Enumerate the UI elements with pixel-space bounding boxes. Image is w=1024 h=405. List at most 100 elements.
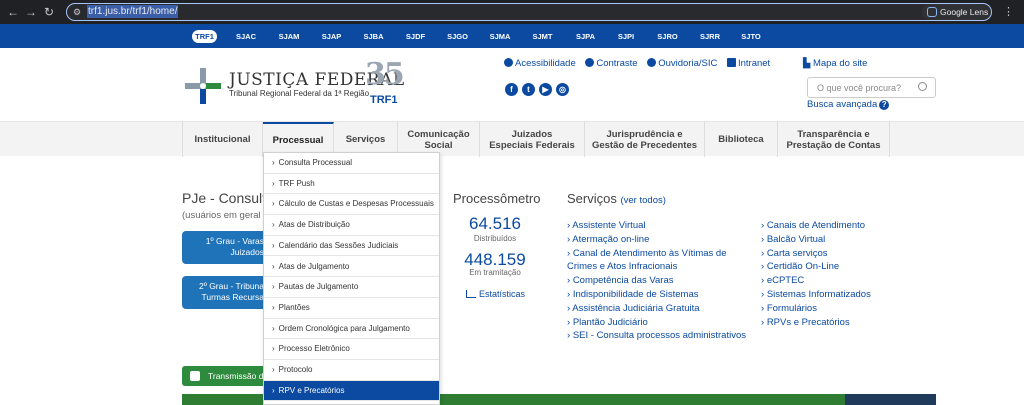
dropdown-item-trf-push[interactable]: › TRF Push (264, 174, 439, 195)
region-link-sjto[interactable]: SJTO (738, 30, 764, 43)
chevron-right-icon: › (272, 323, 275, 333)
intranet-link[interactable]: Intranet (726, 58, 770, 69)
dropdown-item-calendario-das-sessoes-judiciais[interactable]: › Calendário das Sessões Judiciais (264, 236, 439, 257)
region-link-sjba[interactable]: SJBA (360, 30, 387, 43)
region-link-sjdf[interactable]: SJDF (402, 30, 429, 43)
dropdown-item-atas-de-distribuicao[interactable]: › Atas de Distribuição (264, 215, 439, 236)
estatisticas-link[interactable]: Estatísticas (466, 289, 525, 299)
address-bar[interactable]: ⚙ trf1.jus.br/trf1/home/ (66, 3, 992, 21)
servico-link-plantao-judiciario[interactable]: › Plantão Judiciário (567, 316, 746, 330)
servico-link-assistente-virtual[interactable]: › Assistente Virtual (567, 219, 746, 233)
nav-item-biblioteca[interactable]: Biblioteca (705, 122, 778, 157)
nav-item-jurisprudencia-e-gestao-de-precedentes[interactable]: Jurisprudência e Gestão de Precedentes (585, 122, 705, 157)
sitemap-link[interactable]: ▙ Mapa do site (803, 58, 867, 69)
advanced-search-link[interactable]: Busca avançada? (807, 99, 890, 110)
region-link-sjgo[interactable]: SJGO (444, 30, 471, 43)
dropdown-item-protocolo[interactable]: › Protocolo (264, 360, 439, 381)
region-link-sjac[interactable]: SJAC (233, 30, 259, 43)
distribuidos-value: 64.516 (469, 214, 521, 233)
dropdown-item-label: RPV e Precatórios (278, 385, 345, 395)
chevron-right-icon: › (272, 302, 275, 312)
bottom-banner-dark[interactable] (845, 394, 936, 405)
processometro-title: Processômetro (453, 191, 541, 206)
help-icon[interactable]: ? (879, 100, 890, 110)
twitter-icon[interactable]: t (522, 83, 535, 96)
servico-link-atermacao-on-line[interactable]: › Atermação on-line (567, 233, 746, 247)
search-icon[interactable] (918, 82, 927, 91)
contrast-icon (585, 58, 595, 67)
servico-label: Balcão Virtual (766, 233, 826, 245)
servico-link-assistencia-judiciaria-gratuita[interactable]: › Assistência Judiciária Gratuita (567, 302, 746, 316)
regions-bar: TRF1 SJAC SJAM SJAP SJBA SJDF SJGO SJMA SJMT SJPA… (0, 24, 1024, 48)
servico-label: Indisponibilidade de Sistemas (572, 288, 699, 300)
chevron-right-icon: › (272, 282, 275, 292)
url-text[interactable]: trf1.jus.br/trf1/home/ (87, 5, 179, 18)
tramitacao-value: 448.159 (464, 250, 526, 269)
servico-link-indisponibilidade-de-sistemas[interactable]: › Indisponibilidade de Sistemas (567, 288, 746, 302)
nav-item-transparencia-e-prestacao-de-contas[interactable]: Transparência e Prestação de Contas (778, 122, 890, 157)
reload-icon[interactable]: ↻ (42, 5, 56, 19)
back-arrow-icon[interactable]: ← (6, 5, 20, 19)
facebook-icon[interactable]: f (505, 83, 518, 96)
region-link-sjpa[interactable]: SJPA (572, 30, 599, 43)
dropdown-item-label: Pautas de Julgamento (278, 282, 359, 292)
servico-label: eCPTEC (766, 275, 805, 287)
region-link-trf1[interactable]: TRF1 (192, 30, 217, 43)
region-link-sjpi[interactable]: SJPI (614, 30, 638, 43)
search-input[interactable]: O que você procura? (807, 77, 936, 98)
dropdown-item-atas-de-julgamento[interactable]: › Atas de Julgamento (264, 257, 439, 278)
servico-link-competencia-das-varas[interactable]: › Competência das Varas (567, 274, 746, 288)
nav-item-juizados-especiais-federais[interactable]: Juizados Especiais Federais (480, 122, 585, 157)
anniversary-label: TRF1 (370, 94, 398, 106)
servico-label: Sistemas Informatizados (766, 288, 871, 300)
region-link-sjmt[interactable]: SJMT (529, 30, 556, 43)
main-navigation: Institucional Processual Serviços Comunicaç… (0, 121, 1024, 157)
servico-link-crimes-e-atos-infracionais[interactable]: Crimes e Atos Infracionais (567, 260, 746, 274)
accessibility-link[interactable]: Acessibilidade (504, 58, 576, 69)
servico-link-canal-de-atendimento-as-vitimas-de[interactable]: › Canal de Atendimento às Vítimas de (567, 247, 746, 261)
servico-link-rpvs-e-precatorios[interactable]: › RPVs e Precatórios (761, 316, 871, 330)
contrast-link[interactable]: Contraste (585, 58, 638, 69)
dropdown-item-label: TRF Push (278, 178, 315, 188)
pje-2-grau-button[interactable]: 2º Grau - Tribuna Turmas Recursa (182, 276, 268, 309)
servico-link-formularios[interactable]: › Formulários (761, 302, 871, 316)
dropdown-item-processo-eletronico[interactable]: › Processo Eletrônico (264, 339, 439, 360)
dropdown-item-ordem-cronologica-para-julgamento[interactable]: › Ordem Cronológica para Julgamento (264, 319, 439, 340)
servico-label: SEI - Consulta processos administrativos (572, 330, 746, 342)
ouvidoria-link[interactable]: Ouvidoria/SIC (647, 58, 717, 69)
region-link-sjap[interactable]: SJAP (318, 30, 345, 43)
pje-1-grau-button[interactable]: 1º Grau - Varas Juizados (182, 231, 268, 264)
servico-link-balcao-virtual[interactable]: › Balcão Virtual (761, 233, 871, 247)
browser-menu-icon[interactable]: ⋮ (1003, 5, 1014, 19)
broadcast-icon (190, 371, 200, 381)
site-info-icon[interactable]: ⚙ (71, 6, 83, 18)
youtube-icon[interactable]: ▶ (539, 83, 552, 96)
servico-link-canais-de-atendimento[interactable]: › Canais de Atendimento (761, 219, 871, 233)
ver-todos-link[interactable]: (ver todos) (620, 195, 665, 206)
chevron-right-icon: › (272, 178, 275, 188)
dropdown-item-pautas-de-julgamento[interactable]: › Pautas de Julgamento (264, 277, 439, 298)
servico-label: Formulários (766, 302, 817, 314)
region-link-sjma[interactable]: SJMA (486, 30, 514, 43)
region-link-sjam[interactable]: SJAM (275, 30, 303, 43)
servico-link-carta-servicos[interactable]: › Carta serviços (761, 247, 871, 261)
nav-item-institucional[interactable]: Institucional (182, 122, 263, 157)
dropdown-item-rpv-e-precatorios[interactable]: › RPV e Precatórios (264, 380, 439, 402)
servico-label: Certidão On-Line (766, 261, 840, 273)
region-link-sjro[interactable]: SJRO (654, 30, 681, 43)
chevron-right-icon: › (272, 385, 275, 395)
dropdown-item-consulta-processual[interactable]: › Consulta Processual (264, 153, 439, 174)
google-lens-button[interactable]: Google Lens (922, 4, 990, 20)
servico-link-sei-consulta-processos-administrativos[interactable]: › SEI - Consulta processos administrativ… (567, 329, 746, 343)
servico-link-certidao-on-line[interactable]: › Certidão On-Line (761, 260, 871, 274)
transmissao-button[interactable]: Transmissão d (182, 366, 268, 386)
dropdown-item-plantoes[interactable]: › Plantões (264, 298, 439, 319)
social-links: f t ▶ ◎ (505, 79, 573, 97)
forward-arrow-icon[interactable]: → (24, 5, 38, 19)
dropdown-item-calculo-de-custas-e-despesas-processuais[interactable]: › Cálculo de Custas e Despesas Processuai… (264, 194, 439, 216)
servico-link-sistemas-informatizados[interactable]: › Sistemas Informatizados (761, 288, 871, 302)
instagram-icon[interactable]: ◎ (556, 83, 569, 96)
region-link-sjrr[interactable]: SJRR (696, 30, 724, 43)
servico-link-ecptec[interactable]: › eCPTEC (761, 274, 871, 288)
processual-dropdown: › Consulta Processual › TRF Push › Cálculo de… (263, 152, 440, 405)
